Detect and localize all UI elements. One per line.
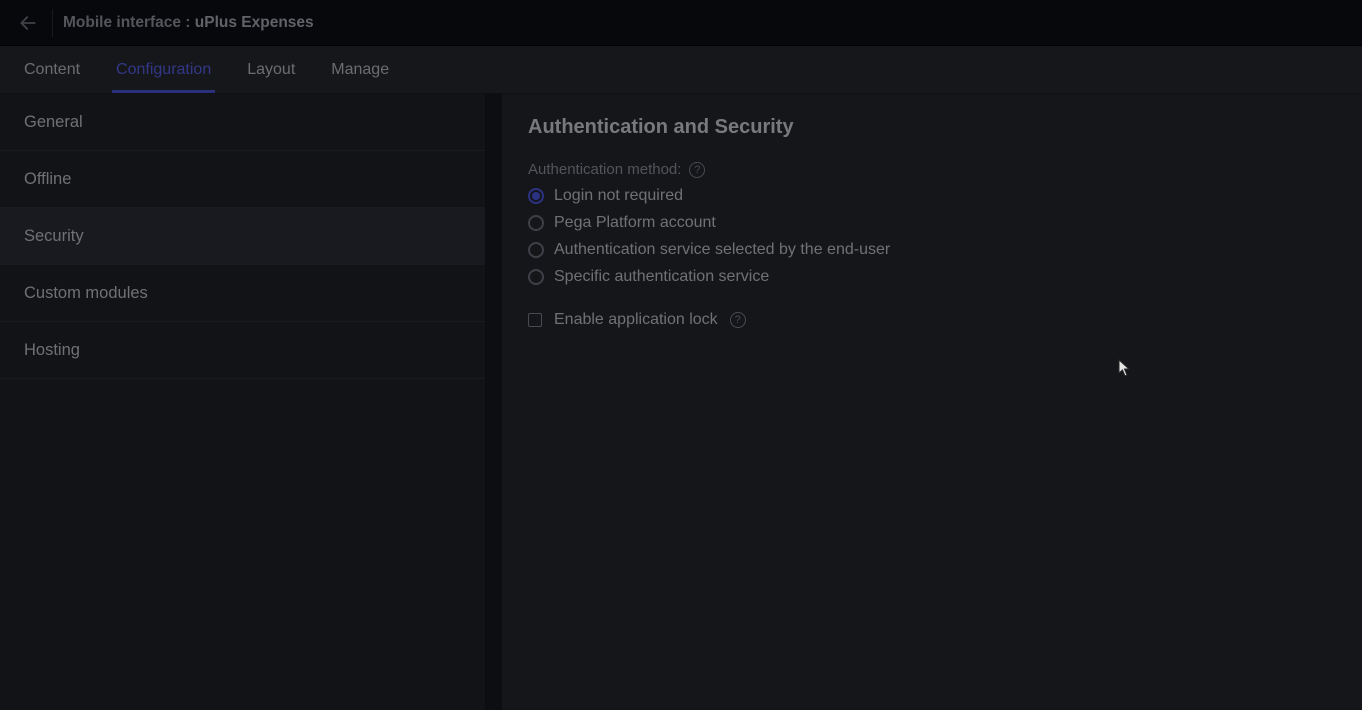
auth-method-label-row: Authentication method: ? [528, 161, 1336, 178]
sidebar-gap [486, 94, 502, 710]
body-split: General Offline Security Custom modules … [0, 94, 1362, 710]
sidebar-item-hosting[interactable]: Hosting [0, 322, 485, 379]
radio-specific-auth-service[interactable]: Specific authentication service [528, 265, 1336, 289]
sidebar-item-label: General [24, 113, 83, 132]
sidebar-item-label: Hosting [24, 341, 80, 360]
tab-layout[interactable]: Layout [229, 46, 313, 93]
page-title: Mobile interface : uPlus Expenses [63, 14, 314, 32]
auth-method-radio-group: Login not required Pega Platform account… [528, 184, 1336, 289]
radio-login-not-required[interactable]: Login not required [528, 184, 1336, 208]
help-icon[interactable]: ? [730, 312, 746, 328]
radio-icon [528, 215, 544, 231]
sidebar-item-label: Offline [24, 170, 71, 189]
back-button[interactable] [10, 5, 46, 41]
content-panel: Authentication and Security Authenticati… [502, 94, 1362, 710]
tab-manage[interactable]: Manage [313, 46, 407, 93]
sidebar-item-offline[interactable]: Offline [0, 151, 485, 208]
sidebar-item-label: Security [24, 227, 84, 246]
auth-method-label: Authentication method: [528, 161, 681, 178]
sidebar-item-custom-modules[interactable]: Custom modules [0, 265, 485, 322]
enable-app-lock-row: Enable application lock ? [528, 311, 1336, 329]
tab-label: Content [24, 61, 80, 79]
title-prefix: Mobile interface : [63, 14, 190, 31]
tabs-bar: Content Configuration Layout Manage [0, 46, 1362, 94]
radio-pega-platform-account[interactable]: Pega Platform account [528, 211, 1336, 235]
panel-title: Authentication and Security [528, 116, 1336, 139]
title-bar: Mobile interface : uPlus Expenses [0, 0, 1362, 46]
sidebar-item-label: Custom modules [24, 284, 148, 303]
radio-label: Pega Platform account [554, 214, 716, 232]
sidebar: General Offline Security Custom modules … [0, 94, 486, 710]
sidebar-item-general[interactable]: General [0, 94, 485, 151]
radio-label: Authentication service selected by the e… [554, 241, 890, 259]
tab-content[interactable]: Content [6, 46, 98, 93]
title-app-name: uPlus Expenses [195, 14, 314, 31]
arrow-left-icon [18, 13, 38, 33]
enable-app-lock-label: Enable application lock [554, 311, 718, 329]
radio-icon [528, 242, 544, 258]
tab-configuration[interactable]: Configuration [98, 46, 229, 93]
radio-icon [528, 269, 544, 285]
tab-label: Manage [331, 61, 389, 79]
sidebar-item-security[interactable]: Security [0, 208, 485, 265]
tab-label: Configuration [116, 61, 211, 79]
title-divider [52, 9, 53, 37]
enable-app-lock-checkbox[interactable] [528, 313, 542, 327]
tab-label: Layout [247, 61, 295, 79]
radio-icon [528, 188, 544, 204]
radio-auth-service-end-user[interactable]: Authentication service selected by the e… [528, 238, 1336, 262]
radio-label: Login not required [554, 187, 683, 205]
help-icon[interactable]: ? [689, 162, 705, 178]
radio-label: Specific authentication service [554, 268, 769, 286]
